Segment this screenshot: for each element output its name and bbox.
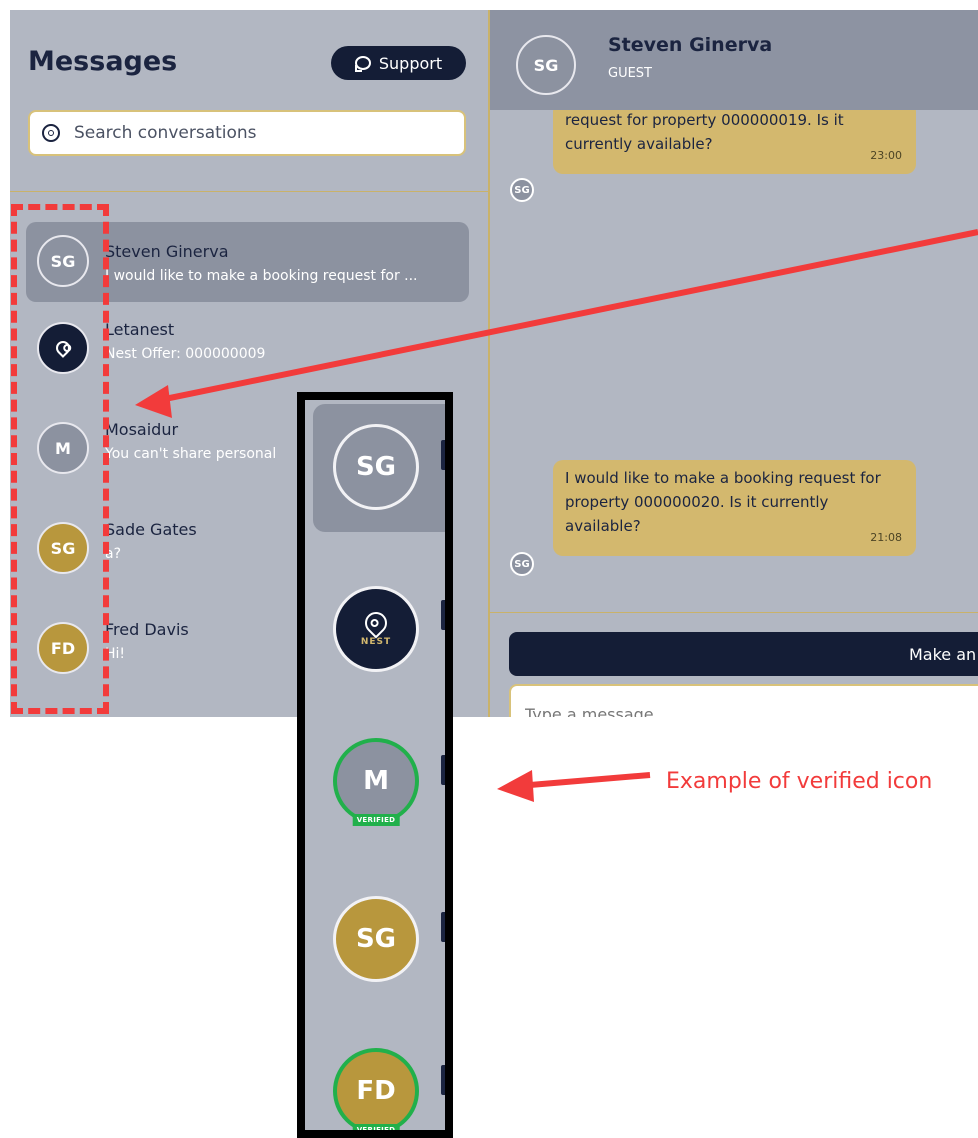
- verified-badge: VERIFIED: [352, 814, 400, 826]
- chat-panel: SG Steven Ginerva GUEST request for prop…: [490, 10, 978, 717]
- support-button[interactable]: Support: [331, 46, 466, 80]
- chat-header: SG Steven Ginerva GUEST: [490, 10, 978, 110]
- message-bubble: I would like to make a booking request f…: [553, 460, 916, 556]
- search-box[interactable]: [28, 110, 466, 156]
- arrowhead: [497, 770, 534, 802]
- conversation-preview: Nest Offer: 000000009: [105, 346, 266, 362]
- avatar-initials: FD: [356, 1076, 396, 1106]
- message-text: I would like to make a booking request f…: [565, 469, 881, 535]
- chat-contact-role: GUEST: [608, 66, 652, 81]
- support-label: Support: [378, 53, 443, 73]
- message-bubble: request for property 000000019. Is it cu…: [553, 110, 916, 174]
- divider: [490, 612, 978, 613]
- sender-avatar: SG: [510, 552, 534, 576]
- search-input[interactable]: [72, 122, 456, 144]
- zoomed-avatar: SG: [333, 424, 419, 510]
- conversation-name: Mosaidur: [105, 420, 179, 439]
- highlight-box: [11, 204, 109, 714]
- page-title: Messages: [28, 46, 178, 77]
- message-thread: request for property 000000019. Is it cu…: [490, 110, 978, 610]
- zoomed-avatar: NEST: [333, 586, 419, 672]
- location-pin-icon: [360, 606, 392, 639]
- search-icon: [42, 124, 60, 142]
- message-input-box[interactable]: [509, 684, 978, 717]
- conversation-name: Sade Gates: [105, 520, 197, 539]
- zoomed-avatar-verified: FD VERIFIED: [333, 1048, 419, 1130]
- conversation-name: Steven Ginerva: [105, 242, 229, 261]
- conversation-preview: I would like to make a booking request f…: [105, 268, 418, 284]
- divider: [10, 191, 488, 192]
- truncated-text: [441, 440, 445, 470]
- conversation-name: Fred Davis: [105, 620, 189, 639]
- chat-contact-name: Steven Ginerva: [608, 34, 773, 56]
- zoomed-avatar: SG: [333, 896, 419, 982]
- truncated-text: [441, 755, 445, 785]
- message-text: request for property 000000019. Is it cu…: [565, 111, 844, 153]
- message-time: 23:00: [870, 149, 902, 162]
- zoomed-avatar-panel: SG NEST M VERIFIED SG FD VERIFIED: [297, 392, 453, 1138]
- message-input[interactable]: [523, 704, 927, 717]
- zoomed-avatar-verified: M VERIFIED: [333, 738, 419, 826]
- make-offer-button[interactable]: Make an: [509, 632, 978, 676]
- messaging-app: Messages Support SG Steven Ginerva I wou…: [10, 10, 978, 717]
- verified-badge: VERIFIED: [352, 1124, 400, 1130]
- chat-bubble-icon: [354, 56, 371, 72]
- annotation-arrow-line: [529, 772, 651, 788]
- nest-logo-icon: NEST: [360, 606, 392, 647]
- truncated-text: [441, 1065, 445, 1095]
- conversation-name: Letanest: [105, 320, 175, 339]
- annotation-label: Example of verified icon: [666, 769, 933, 794]
- avatar-initials: M: [363, 766, 389, 796]
- truncated-text: [441, 912, 445, 942]
- truncated-text: [441, 600, 445, 630]
- message-time: 21:08: [870, 531, 902, 544]
- sender-avatar: SG: [510, 178, 534, 202]
- avatar: SG: [516, 35, 576, 95]
